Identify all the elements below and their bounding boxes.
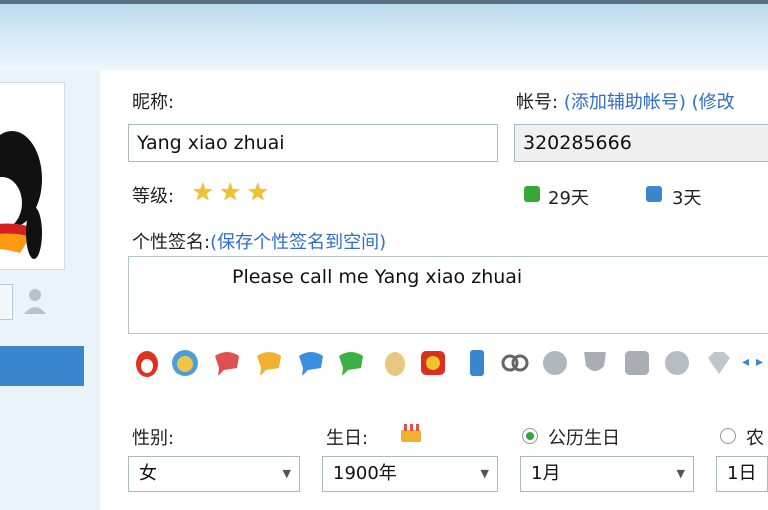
star-icon: ★ [247,178,269,206]
nickname-input[interactable]: Yang xiao zhuai [128,124,498,162]
birth-year-value: 1900年 [333,463,397,484]
signature-label: 个性签名: [132,232,211,253]
chat-icon[interactable] [296,348,326,378]
birth-month-select[interactable]: 1月 ▼ [520,456,694,492]
avatar-small-button[interactable] [0,284,13,320]
chevron-down-icon: ▼ [480,467,489,480]
egg-icon[interactable] [380,348,410,378]
link-icon[interactable] [500,348,530,378]
account-field: 320285666 [514,124,768,162]
active-days-icon [524,186,540,202]
chevron-down-icon: ▼ [676,467,685,480]
gender-label: 性别: [132,428,175,449]
solar-birthday-radio[interactable] [522,428,538,444]
avatar[interactable] [0,82,65,270]
account-label: 帐号: [516,92,559,113]
chat-icon[interactable] [212,348,242,378]
chat-icon[interactable] [336,348,366,378]
penguin-avatar-icon [0,131,42,259]
qq-show-icon[interactable] [418,348,448,378]
add-secondary-account-link[interactable]: (添加辅助帐号) [564,92,686,113]
level-label: 等级: [132,186,175,207]
save-signature-link[interactable]: (保存个性签名到空间) [210,232,386,253]
medal-icon[interactable] [540,348,570,378]
cake-icon [401,424,421,442]
clock-icon[interactable] [662,348,692,378]
birthday-label: 生日: [326,428,369,449]
solar-birthday-label: 公历生日 [548,428,620,449]
left-selected-tab[interactable] [0,346,84,386]
signature-row: 个性签名:(保存个性签名到空间) [132,228,386,254]
birth-day-value: 1日 [727,463,757,484]
upgrade-days: 3天 [672,188,702,209]
account-row: 帐号: (添加辅助帐号) (修改 [516,88,735,114]
star-icon: ★ [192,178,214,206]
birth-day-select[interactable]: 1日 [716,456,768,492]
lunar-birthday-label: 农 [746,428,764,449]
level-stars: ★ ★ ★ [192,178,275,206]
chevron-down-icon: ▼ [282,467,291,480]
qq-icon[interactable] [132,348,162,378]
birth-month-value: 1月 [531,463,561,484]
gender-select[interactable]: 女 ▼ [128,456,300,492]
scroll-right-icon[interactable]: ▸ [756,354,763,370]
phone-icon[interactable] [462,348,492,378]
nickname-label: 昵称: [132,92,175,113]
diamond-icon[interactable] [704,348,734,378]
lunar-birthday-radio[interactable] [720,428,736,444]
face-icon[interactable] [170,348,200,378]
signature-text: Please call me Yang xiao zhuai [232,266,523,288]
star-icon: ★ [219,178,242,206]
window-titlebar [0,0,768,70]
chat-icon[interactable] [254,348,284,378]
birth-year-select[interactable]: 1900年 ▼ [322,456,498,492]
gender-value: 女 [139,463,157,484]
active-days: 29天 [548,188,589,209]
upgrade-days-icon [646,186,662,202]
modify-link[interactable]: (修改 [692,92,735,113]
shield-icon[interactable] [580,348,610,378]
scroll-left-icon[interactable]: ◂ [742,354,749,370]
photo-icon[interactable] [622,348,652,378]
person-icon[interactable] [22,286,48,316]
